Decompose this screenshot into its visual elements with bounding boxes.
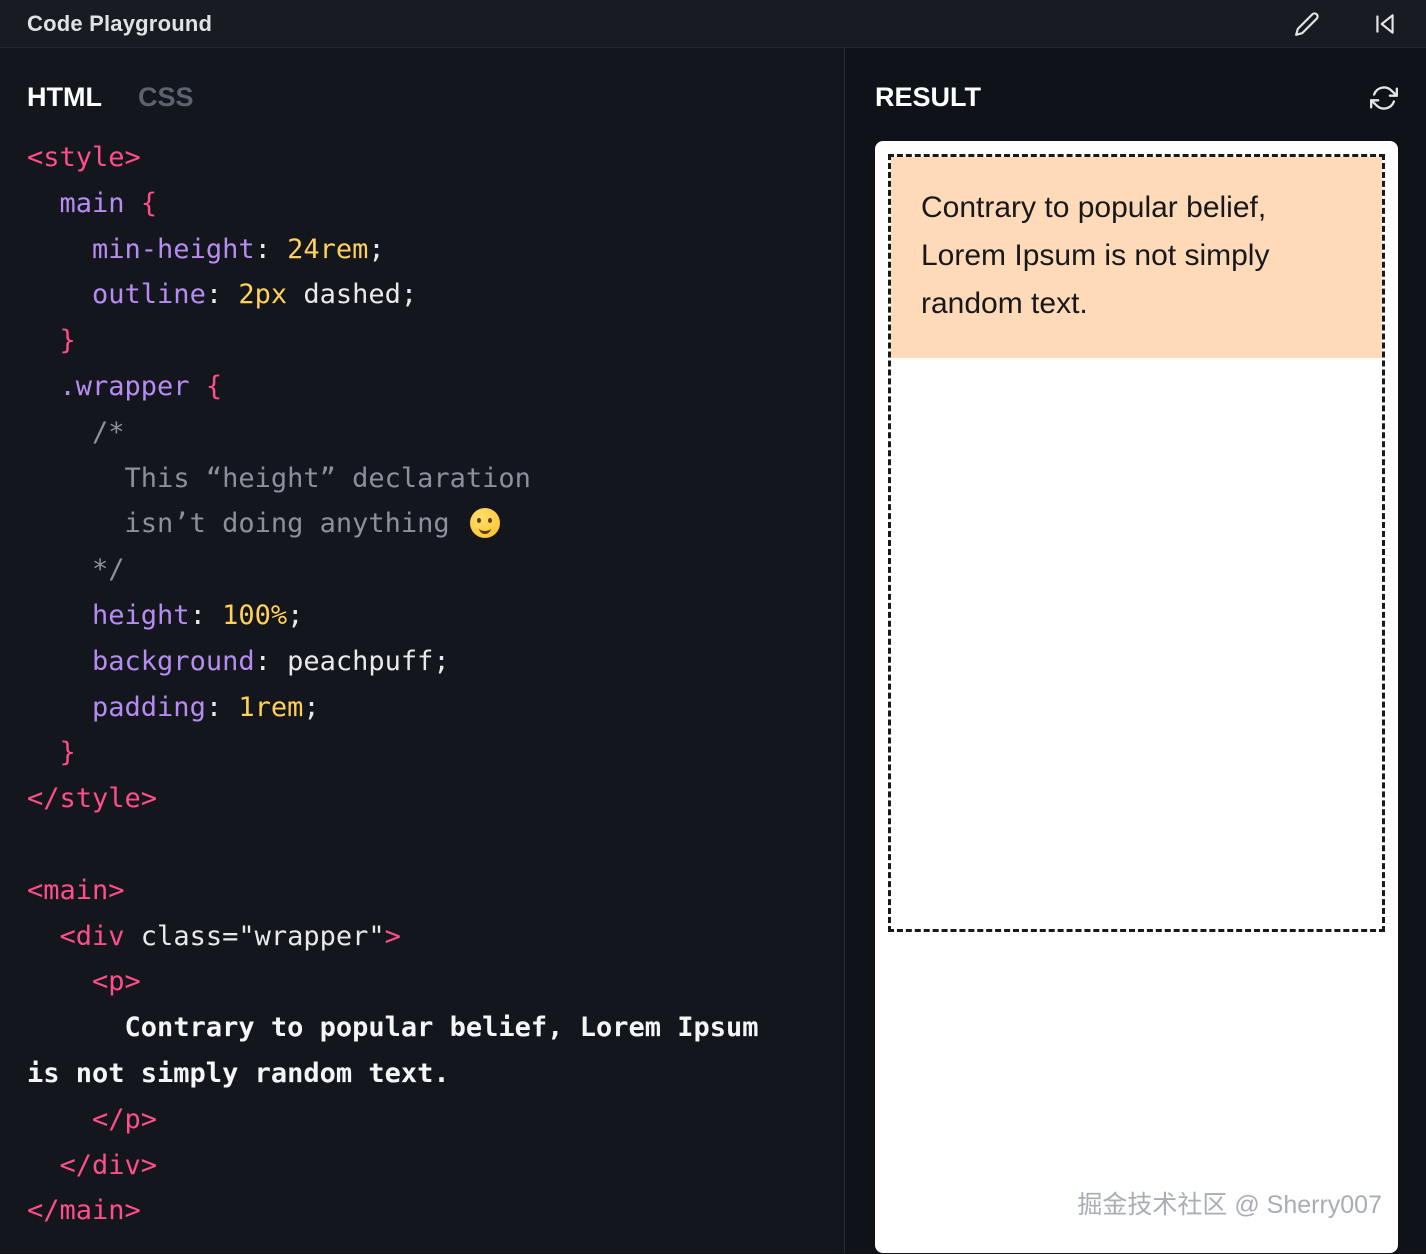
emoji-face-icon	[470, 508, 500, 538]
code-line: <main>	[27, 868, 844, 914]
tab-html[interactable]: HTML	[27, 82, 102, 113]
code-line: }	[27, 730, 844, 776]
code-line: padding: 1rem;	[27, 685, 844, 731]
code-line: height: 100%;	[27, 593, 844, 639]
editor-panel: HTML CSS <style> main { min-height: 24re…	[0, 48, 845, 1253]
code-line: <p>	[27, 959, 844, 1005]
code-line: .wrapper {	[27, 364, 844, 410]
code-line: </main>	[27, 1188, 844, 1234]
code-line: </div>	[27, 1143, 844, 1189]
edit-pencil-icon[interactable]	[1294, 11, 1320, 37]
skip-back-icon[interactable]	[1372, 11, 1398, 37]
code-line: </p>	[27, 1097, 844, 1143]
refresh-icon[interactable]	[1370, 84, 1398, 112]
result-title: RESULT	[875, 82, 981, 113]
code-line: is not simply random text.	[27, 1051, 844, 1097]
code-line: main {	[27, 181, 844, 227]
result-panel: RESULT Contrary to popular belief, Lorem…	[845, 48, 1426, 1253]
result-header: RESULT	[875, 48, 1398, 113]
code-editor[interactable]: <style> main { min-height: 24rem; outlin…	[0, 135, 844, 1234]
main-content: HTML CSS <style> main { min-height: 24re…	[0, 48, 1426, 1253]
code-line: */	[27, 547, 844, 593]
code-line	[27, 822, 844, 868]
app-title: Code Playground	[27, 11, 212, 37]
watermark: 掘金技术社区 @ Sherry007	[1077, 1185, 1382, 1221]
code-line: outline: 2px dashed;	[27, 272, 844, 318]
result-wrapper: Contrary to popular belief, Lorem Ipsum …	[891, 157, 1382, 358]
tab-css[interactable]: CSS	[138, 82, 194, 113]
code-line: background: peachpuff;	[27, 639, 844, 685]
result-main-outline: Contrary to popular belief, Lorem Ipsum …	[888, 154, 1385, 932]
topbar-icons	[1294, 11, 1398, 37]
code-line: Contrary to popular belief, Lorem Ipsum	[27, 1005, 844, 1051]
code-line: <div class="wrapper">	[27, 914, 844, 960]
topbar: Code Playground	[0, 0, 1426, 48]
code-line: <style>	[27, 135, 844, 181]
code-line: </style>	[27, 776, 844, 822]
code-line: This “height” declaration	[27, 456, 844, 502]
code-line: min-height: 24rem;	[27, 227, 844, 273]
code-line: }	[27, 318, 844, 364]
code-line: isn’t doing anything	[27, 501, 844, 547]
code-line: /*	[27, 410, 844, 456]
result-card: Contrary to popular belief, Lorem Ipsum …	[875, 141, 1398, 1253]
result-paragraph: Contrary to popular belief, Lorem Ipsum …	[921, 184, 1352, 328]
editor-tabs: HTML CSS	[0, 48, 844, 113]
